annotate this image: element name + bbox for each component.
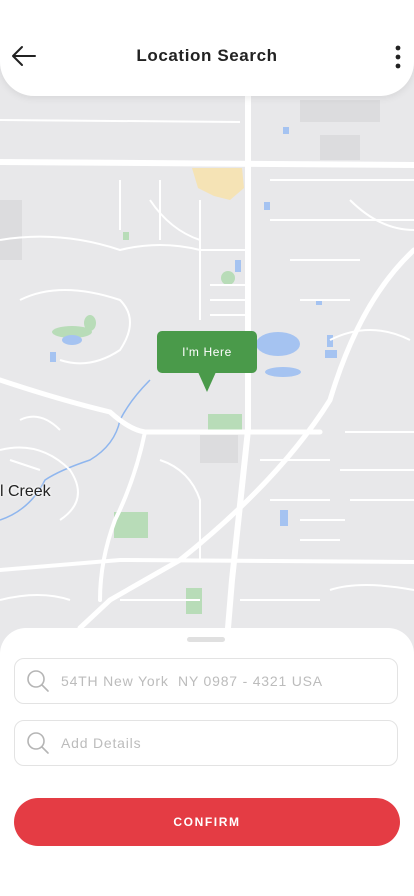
bottom-sheet: CONFIRM bbox=[0, 628, 414, 896]
search-icon bbox=[15, 720, 61, 766]
drag-handle[interactable] bbox=[187, 637, 225, 642]
more-options-button[interactable] bbox=[388, 42, 408, 72]
more-vertical-icon bbox=[395, 45, 401, 69]
search-icon bbox=[15, 658, 61, 704]
address-input[interactable] bbox=[61, 673, 381, 689]
top-bar: Location Search bbox=[0, 0, 414, 96]
details-field[interactable] bbox=[14, 720, 398, 766]
page-title: Location Search bbox=[136, 46, 278, 65]
map-place-label: l Creek bbox=[0, 483, 51, 500]
details-input[interactable] bbox=[61, 735, 381, 751]
confirm-button[interactable]: CONFIRM bbox=[14, 798, 400, 846]
marker-pointer bbox=[198, 372, 216, 392]
marker-label: I'm Here bbox=[182, 345, 232, 359]
address-search-field[interactable] bbox=[14, 658, 398, 704]
current-location-marker[interactable]: I'm Here bbox=[157, 331, 257, 373]
